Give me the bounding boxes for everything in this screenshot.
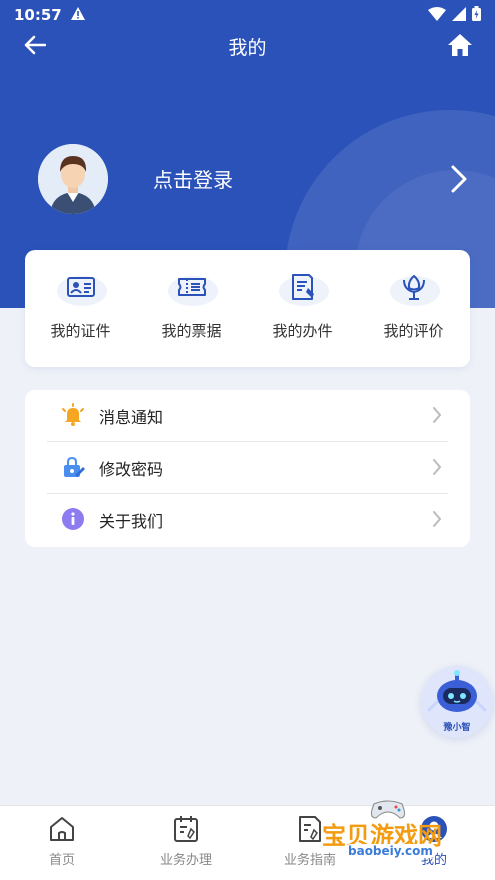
menu-item-label: 修改密码 — [99, 460, 164, 479]
chevron-right-icon[interactable] — [450, 164, 468, 198]
lock-edit-icon — [61, 455, 85, 479]
page-title: 我的 — [228, 37, 267, 59]
assistant-button[interactable]: 豫小智 — [421, 666, 493, 738]
calendar-edit-icon — [171, 814, 201, 844]
wifi-icon — [428, 6, 446, 25]
home-icon — [47, 814, 77, 844]
quick-action-my-reviews[interactable]: 我的评价 — [358, 250, 469, 367]
quick-actions-card: 我的证件 我的票据 我的办件 我的评价 — [25, 250, 470, 367]
tab-home[interactable]: 首页 — [0, 806, 124, 880]
quick-action-label: 我的办件 — [272, 322, 333, 340]
settings-menu-card: 消息通知 修改密码 关于我们 — [25, 390, 470, 547]
ticket-icon — [164, 270, 220, 310]
watermark-url: baobeiy.com — [344, 844, 437, 858]
tab-label: 首页 — [48, 853, 75, 868]
signal-icon — [452, 6, 466, 25]
warning-icon — [70, 6, 86, 25]
status-time: 10:57 — [14, 6, 62, 24]
chevron-right-icon — [432, 510, 442, 532]
menu-item-label: 关于我们 — [99, 512, 164, 531]
menu-item-change-password[interactable]: 修改密码 — [47, 442, 448, 494]
chevron-right-icon — [432, 406, 442, 428]
assistant-label: 豫小智 — [443, 723, 471, 733]
quick-action-label: 我的票据 — [161, 322, 222, 340]
watermark: 宝贝游戏网 baobeiy.com — [318, 796, 468, 862]
navigation-bar: 我的 — [0, 28, 495, 62]
menu-item-label: 消息通知 — [99, 408, 164, 427]
flower-icon — [386, 270, 442, 310]
quick-action-label: 我的证件 — [50, 322, 111, 340]
avatar — [38, 144, 108, 214]
battery-icon — [472, 6, 481, 25]
profile-login[interactable]: 点击登录 — [38, 144, 468, 216]
chevron-right-icon — [432, 458, 442, 480]
bell-icon — [61, 403, 85, 427]
info-icon — [61, 507, 85, 531]
document-edit-icon — [275, 270, 331, 310]
robot-icon — [427, 670, 487, 712]
home-button[interactable] — [445, 30, 475, 60]
quick-action-my-cases[interactable]: 我的办件 — [247, 250, 358, 367]
login-prompt[interactable]: 点击登录 — [153, 164, 233, 193]
quick-action-my-tickets[interactable]: 我的票据 — [136, 250, 247, 367]
home-icon — [448, 34, 472, 56]
quick-action-label: 我的评价 — [383, 322, 444, 340]
id-card-icon — [53, 270, 109, 310]
quick-action-my-certificates[interactable]: 我的证件 — [25, 250, 136, 367]
status-bar: 10:57 — [0, 0, 495, 30]
menu-item-notifications[interactable]: 消息通知 — [47, 390, 448, 442]
tab-label: 业务办理 — [159, 853, 212, 868]
tab-business[interactable]: 业务办理 — [124, 806, 248, 880]
menu-item-about-us[interactable]: 关于我们 — [47, 494, 448, 546]
